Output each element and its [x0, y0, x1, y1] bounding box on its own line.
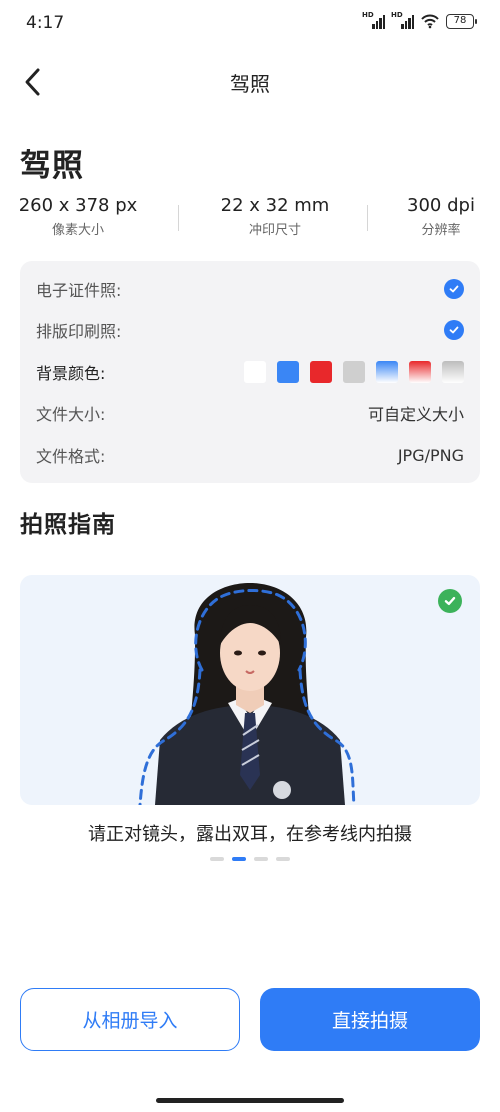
battery-icon: 78	[446, 13, 477, 29]
take-photo-button[interactable]: 直接拍摄	[260, 988, 480, 1051]
status-time: 4:17	[26, 13, 65, 33]
spec-value: 22 x 32 mm	[220, 195, 330, 216]
wifi-icon	[421, 14, 439, 29]
info-label: 电子证件照:	[36, 281, 122, 300]
carousel-dot[interactable]	[210, 857, 224, 861]
spec-value: 300 dpi	[407, 195, 475, 216]
info-row-file-size: 文件大小: 可自定义大小	[36, 398, 464, 428]
guide-caption: 请正对镜头，露出双耳，在参考线内拍摄	[88, 824, 412, 845]
info-label: 文件大小:	[36, 405, 106, 424]
info-value: 可自定义大小	[367, 405, 464, 424]
color-swatches	[244, 361, 464, 383]
carousel-dot[interactable]	[276, 857, 290, 861]
nav-title: 驾照	[230, 72, 270, 96]
signal-hd-label-2: HD	[391, 11, 403, 19]
check-circle-icon	[438, 589, 462, 613]
check-circle-icon	[444, 279, 464, 299]
swatch-gradient-blue[interactable]	[376, 361, 398, 383]
signal-icon-2: HD	[391, 11, 414, 29]
info-row-print-photo: 排版印刷照:	[36, 315, 464, 345]
spec-label: 分辨率	[421, 223, 461, 238]
swatch-red[interactable]	[310, 361, 332, 383]
swatch-gradient-gray[interactable]	[442, 361, 464, 383]
portrait-illustration	[138, 583, 356, 805]
section-title-guide: 拍照指南	[20, 512, 116, 538]
signal-icon: HD	[362, 11, 385, 29]
spec-print-size: 22 x 32 mm 冲印尺寸	[210, 195, 340, 238]
swatch-gray[interactable]	[343, 361, 365, 383]
info-row-file-format: 文件格式: JPG/PNG	[36, 440, 464, 470]
info-value: JPG/PNG	[397, 445, 464, 465]
spec-label: 冲印尺寸	[248, 223, 301, 238]
signal-hd-label: HD	[362, 11, 374, 19]
spec-pixel-size: 260 x 378 px 像素大小	[18, 195, 138, 238]
status-icons: HD HD 78	[362, 11, 477, 29]
status-bar: 4:17 HD HD 78	[0, 0, 500, 48]
info-label: 文件格式:	[36, 447, 106, 466]
import-from-album-button[interactable]: 从相册导入	[20, 988, 240, 1051]
spec-label: 像素大小	[51, 223, 104, 238]
guide-card[interactable]	[20, 575, 480, 805]
info-card: 电子证件照: 排版印刷照: 背景颜色: 文件大小: 可自定义大小 文件格式: J…	[20, 261, 480, 483]
spec-resolution: 300 dpi 分辨率	[398, 195, 484, 238]
carousel-dots	[0, 857, 500, 861]
carousel-dot[interactable]	[254, 857, 268, 861]
info-label: 背景颜色:	[36, 364, 106, 383]
swatch-gradient-red[interactable]	[409, 361, 431, 383]
check-circle-icon	[444, 320, 464, 340]
page-title: 驾照	[20, 148, 84, 184]
divider	[367, 205, 368, 231]
home-indicator[interactable]	[156, 1098, 344, 1103]
info-label: 排版印刷照:	[36, 322, 122, 341]
nav-bar: 驾照	[0, 52, 500, 108]
spec-value: 260 x 378 px	[18, 195, 138, 216]
swatch-white[interactable]	[244, 361, 266, 383]
info-row-bg-color: 背景颜色:	[36, 357, 464, 387]
swatch-blue[interactable]	[277, 361, 299, 383]
info-row-e-photo: 电子证件照:	[36, 274, 464, 304]
spec-row: 260 x 378 px 像素大小 22 x 32 mm 冲印尺寸 300 dp…	[0, 195, 500, 245]
carousel-dot-active[interactable]	[232, 857, 246, 861]
divider	[178, 205, 179, 231]
